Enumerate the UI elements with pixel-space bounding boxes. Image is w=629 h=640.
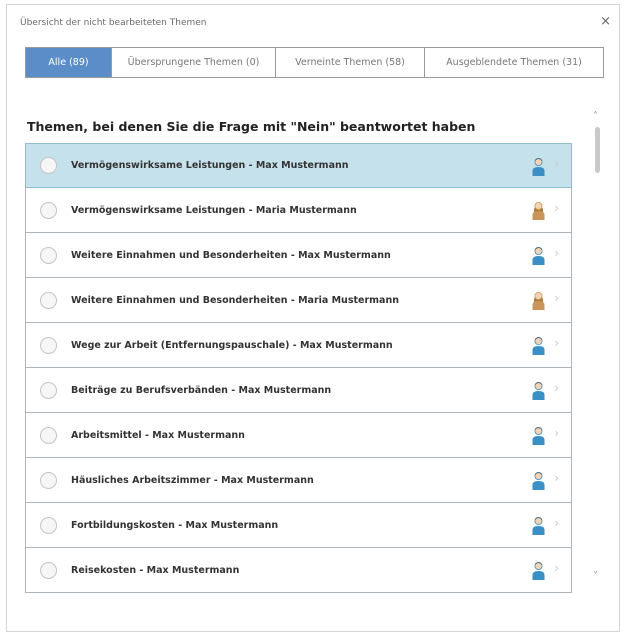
item-label: Reisekosten - Max Mustermann (71, 564, 240, 576)
radio-button[interactable] (40, 426, 57, 444)
female-person-icon (532, 292, 545, 310)
list-item[interactable]: Fortbildungskosten - Max Mustermann › (25, 503, 572, 548)
section-heading: Themen, bei denen Sie die Frage mit "Nei… (27, 119, 476, 134)
item-label: Vermögenswirksame Leistungen - Maria Mus… (71, 204, 357, 216)
item-label: Beiträge zu Berufsverbänden - Max Muster… (71, 384, 332, 396)
item-label: Vermögenswirksame Leistungen - Max Muste… (71, 160, 349, 171)
close-icon[interactable]: × (600, 15, 611, 28)
tab-all[interactable]: Alle (89) (26, 48, 112, 77)
male-person-icon (532, 158, 545, 176)
radio-button[interactable] (40, 246, 57, 264)
list-item[interactable]: Wege zur Arbeit (Entfernungspauschale) -… (25, 323, 572, 368)
topic-list: Vermögenswirksame Leistungen - Max Muste… (25, 143, 572, 593)
tab-label: Verneinte Themen (58) (295, 57, 405, 68)
list-item[interactable]: Weitere Einnahmen und Besonderheiten - M… (25, 233, 572, 278)
male-person-icon (532, 517, 545, 535)
chevron-right-icon[interactable]: › (554, 337, 559, 349)
item-label: Häusliches Arbeitszimmer - Max Musterman… (71, 474, 314, 486)
scroll-up-icon[interactable]: ˄ (593, 111, 598, 122)
chevron-right-icon[interactable]: › (554, 247, 559, 259)
overview-dialog: Übersicht der nicht bearbeiteten Themen … (6, 4, 620, 632)
chevron-right-icon[interactable]: › (554, 472, 559, 484)
dialog-title: Übersicht der nicht bearbeiteten Themen (20, 18, 207, 28)
radio-button[interactable] (40, 471, 57, 489)
male-person-icon (532, 427, 545, 445)
radio-button[interactable] (40, 381, 57, 399)
radio-button[interactable] (40, 561, 57, 579)
scroll-down-icon[interactable]: ˅ (593, 571, 598, 582)
chevron-right-icon[interactable]: › (554, 158, 559, 170)
chevron-right-icon[interactable]: › (554, 562, 559, 574)
male-person-icon (532, 247, 545, 265)
item-label: Wege zur Arbeit (Entfernungspauschale) -… (71, 339, 393, 351)
item-label: Arbeitsmittel - Max Mustermann (71, 429, 245, 441)
item-label: Fortbildungskosten - Max Mustermann (71, 519, 279, 531)
male-person-icon (532, 382, 545, 400)
scrollbar-thumb[interactable] (595, 127, 600, 173)
item-label: Weitere Einnahmen und Besonderheiten - M… (71, 294, 399, 306)
radio-button[interactable] (40, 201, 57, 219)
list-item[interactable]: Arbeitsmittel - Max Mustermann › (25, 413, 572, 458)
list-item[interactable]: Häusliches Arbeitszimmer - Max Musterman… (25, 458, 572, 503)
list-item[interactable]: Vermögenswirksame Leistungen - Max Muste… (25, 143, 572, 188)
radio-button[interactable] (40, 336, 57, 354)
tab-negated[interactable]: Verneinte Themen (58) (276, 48, 425, 77)
tab-label: Ausgeblendete Themen (31) (446, 57, 582, 68)
tab-bar: Alle (89) Übersprungene Themen (0) Verne… (25, 47, 604, 78)
chevron-right-icon[interactable]: › (554, 382, 559, 394)
male-person-icon (532, 472, 545, 490)
list-item[interactable]: Beiträge zu Berufsverbänden - Max Muster… (25, 368, 572, 413)
item-label: Weitere Einnahmen und Besonderheiten - M… (71, 249, 391, 261)
radio-button[interactable] (40, 516, 57, 534)
female-person-icon (532, 202, 545, 220)
tab-label: Übersprungene Themen (0) (127, 57, 260, 68)
list-item[interactable]: Vermögenswirksame Leistungen - Maria Mus… (25, 188, 572, 233)
list-item[interactable]: Weitere Einnahmen und Besonderheiten - M… (25, 278, 572, 323)
tab-skipped[interactable]: Übersprungene Themen (0) (112, 48, 276, 77)
male-person-icon (532, 337, 545, 355)
chevron-right-icon[interactable]: › (554, 517, 559, 529)
chevron-right-icon[interactable]: › (554, 202, 559, 214)
list-item[interactable]: Reisekosten - Max Mustermann › (25, 548, 572, 593)
tab-hidden[interactable]: Ausgeblendete Themen (31) (425, 48, 603, 77)
male-person-icon (532, 562, 545, 580)
chevron-right-icon[interactable]: › (554, 427, 559, 439)
chevron-right-icon[interactable]: › (554, 292, 559, 304)
radio-button[interactable] (40, 157, 57, 174)
tab-label: Alle (89) (48, 57, 89, 68)
radio-button[interactable] (40, 291, 57, 309)
